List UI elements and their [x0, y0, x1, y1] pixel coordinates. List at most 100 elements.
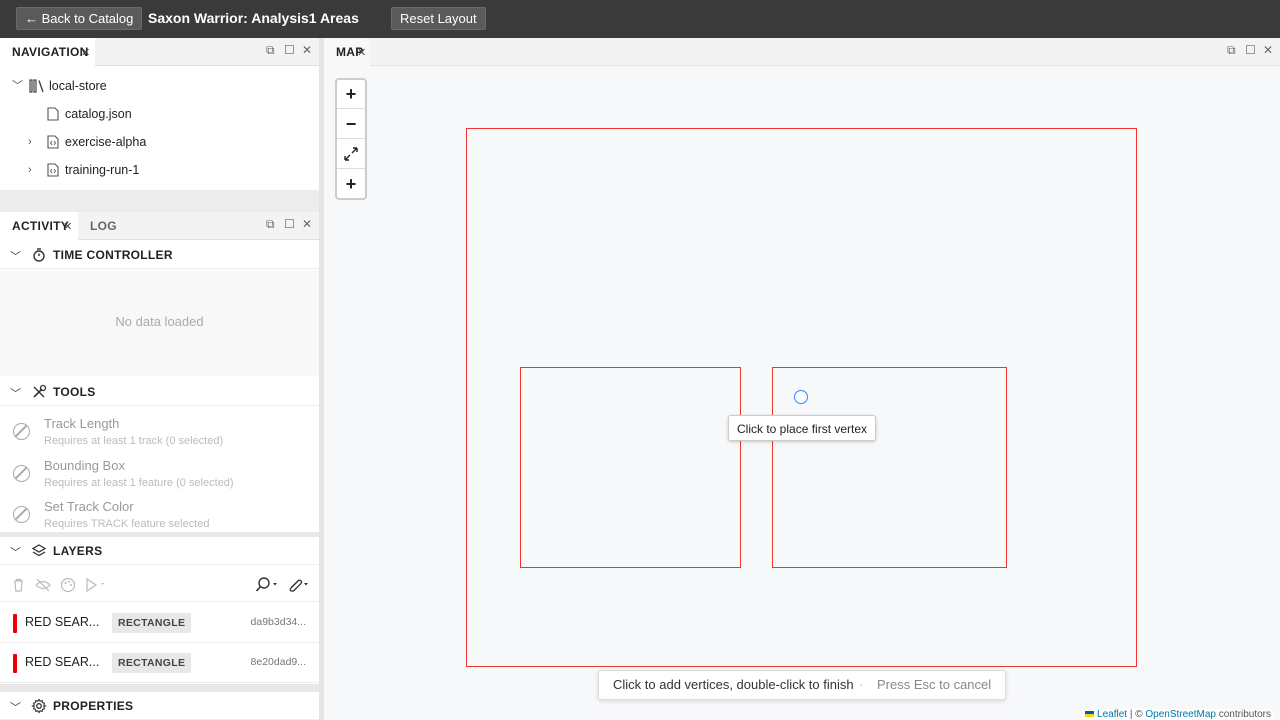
section-time-controller[interactable]: ﹀ TIME CONTROLLER: [0, 241, 319, 269]
fit-bounds-button[interactable]: [337, 140, 365, 169]
disabled-icon: [13, 506, 30, 523]
chevron-down-icon[interactable]: ﹀: [12, 72, 23, 100]
tool-name: Bounding Box: [44, 458, 125, 473]
layer-type-badge: RECTANGLE: [112, 653, 192, 673]
layers-toolbar: [0, 566, 319, 602]
maximize-icon[interactable]: ☐: [1245, 43, 1256, 57]
activity-panel: ACTIVITY ✕ LOG ⧉ ☐ ✕ ﹀ TIME CONTROLLER N…: [0, 212, 319, 720]
layer-color-swatch: [13, 614, 17, 633]
leaflet-link[interactable]: Leaflet: [1097, 709, 1127, 720]
hint-separator: ·: [859, 677, 864, 692]
tool-track-length[interactable]: Track Length Requires at least 1 track (…: [0, 409, 319, 451]
section-properties[interactable]: ﹀ PROPERTIES: [0, 692, 319, 720]
tool-requirement: Requires at least 1 track (0 selected): [44, 435, 224, 447]
zoom-out-button[interactable]: −: [337, 110, 365, 139]
zoom-control: + − +: [335, 78, 367, 200]
tool-name: Set Track Color: [44, 499, 134, 514]
section-layers[interactable]: ﹀ LAYERS: [0, 537, 319, 565]
back-to-catalog-button[interactable]: ← Back to Catalog: [16, 7, 143, 30]
tree-item-label: catalog.json: [65, 107, 132, 121]
popout-icon[interactable]: ⧉: [266, 217, 275, 232]
close-panel-icon[interactable]: ✕: [1263, 43, 1273, 57]
section-title: PROPERTIES: [53, 699, 134, 713]
section-tools[interactable]: ﹀ TOOLS: [0, 378, 319, 406]
layer-name: RED SEAR...: [25, 615, 100, 629]
chevron-down-icon[interactable]: ﹀: [10, 385, 21, 401]
top-bar: ← Back to Catalog Saxon Warrior: Analysi…: [0, 0, 1280, 38]
section-title: TIME CONTROLLER: [53, 248, 173, 262]
chevron-right-icon[interactable]: ›: [28, 156, 32, 184]
tool-bounding-box[interactable]: Bounding Box Requires at least 1 feature…: [0, 451, 319, 493]
layer-row[interactable]: RED SEAR... RECTANGLE da9b3d34...: [0, 603, 319, 643]
section-title: LAYERS: [53, 544, 103, 558]
close-icon[interactable]: ✕: [81, 46, 90, 59]
chevron-right-icon[interactable]: ›: [28, 128, 32, 156]
library-icon: [29, 79, 44, 93]
tab-activity-label: ACTIVITY: [12, 219, 70, 233]
close-icon[interactable]: ✕: [63, 220, 72, 233]
draw-button[interactable]: +: [337, 170, 365, 199]
tool-set-track-color[interactable]: Set Track Color Requires TRACK feature s…: [0, 492, 319, 534]
tool-requirement: Requires at least 1 feature (0 selected): [44, 477, 234, 489]
popout-icon[interactable]: ⧉: [1227, 43, 1236, 58]
maximize-icon[interactable]: ☐: [284, 43, 295, 57]
zoom-in-button[interactable]: +: [337, 80, 365, 109]
chevron-down-icon[interactable]: ﹀: [10, 699, 21, 715]
navigation-panel: NAVIGATION ✕ ⧉ ☐ ✕ ﹀ local-store catalog…: [0, 38, 319, 190]
search-dropdown-icon[interactable]: [255, 577, 279, 593]
tree-item-label: local-store: [49, 79, 107, 93]
tree-item-exercise-alpha[interactable]: › exercise-alpha: [0, 128, 319, 156]
map-attribution: Leaflet | © OpenStreetMap contributors: [1082, 709, 1274, 720]
empty-state-text: No data loaded: [115, 314, 204, 329]
page-title: Saxon Warrior: Analysis1 Areas: [148, 10, 359, 26]
openstreetmap-link[interactable]: OpenStreetMap: [1145, 709, 1216, 720]
popout-icon[interactable]: ⧉: [266, 43, 275, 58]
hint-text: Click to add vertices, double-click to f…: [613, 677, 854, 692]
left-rectangle-shape[interactable]: [520, 367, 741, 568]
navigation-tab-header: NAVIGATION ✕ ⧉ ☐ ✕: [0, 38, 319, 66]
stopwatch-icon: [33, 248, 45, 262]
draw-tooltip: Click to place first vertex: [728, 415, 877, 441]
layer-type-badge: RECTANGLE: [112, 613, 192, 633]
gear-icon: [31, 698, 47, 714]
tree-item-label: exercise-alpha: [65, 135, 147, 149]
chevron-down-icon[interactable]: ﹀: [10, 544, 21, 560]
trash-icon[interactable]: [12, 578, 25, 592]
layer-name: RED SEAR...: [25, 655, 100, 669]
layer-color-swatch: [13, 654, 17, 673]
code-file-icon: [47, 163, 59, 177]
section-title: TOOLS: [53, 385, 96, 399]
attribution-tail: contributors: [1215, 709, 1271, 720]
cancel-hint[interactable]: Press Esc to cancel: [877, 671, 991, 699]
tool-name: Track Length: [44, 416, 120, 431]
reset-layout-button[interactable]: Reset Layout: [391, 7, 486, 30]
tab-log-label: LOG: [90, 219, 117, 233]
tree-item-training-run-1[interactable]: › training-run-1: [0, 156, 319, 184]
draw-cursor-marker: [794, 390, 808, 404]
tab-navigation-label: NAVIGATION: [12, 45, 89, 59]
attach-dropdown-icon[interactable]: [286, 577, 310, 593]
activity-tab-header: ACTIVITY ✕ LOG ⧉ ☐ ✕: [0, 212, 319, 240]
horizontal-splitter[interactable]: [0, 190, 319, 212]
close-icon[interactable]: ✕: [357, 46, 366, 59]
close-panel-icon[interactable]: ✕: [302, 217, 312, 231]
maximize-icon[interactable]: ☐: [284, 217, 295, 231]
tree-item-label: training-run-1: [65, 163, 140, 177]
tab-log[interactable]: LOG: [78, 212, 128, 240]
layer-id: da9b3d34...: [250, 616, 306, 628]
expand-icon: [344, 147, 358, 161]
disabled-icon: [13, 423, 30, 440]
tree-item-catalog-json[interactable]: catalog.json: [0, 100, 319, 128]
hide-icon[interactable]: [35, 578, 51, 592]
chevron-down-icon[interactable]: ﹀: [10, 248, 21, 264]
tools-icon: [33, 384, 47, 398]
tool-requirement: Requires TRACK feature selected: [44, 518, 210, 530]
draw-hint-bar: Click to add vertices, double-click to f…: [598, 670, 1006, 700]
divider: [0, 684, 319, 692]
layers-icon: [31, 544, 47, 557]
layer-row[interactable]: RED SEAR... RECTANGLE 8e20dad9...: [0, 643, 319, 683]
tree-item-local-store[interactable]: ﹀ local-store: [0, 72, 319, 100]
play-dropdown-icon[interactable]: [85, 578, 107, 592]
palette-icon[interactable]: [60, 577, 76, 593]
close-panel-icon[interactable]: ✕: [302, 43, 312, 57]
